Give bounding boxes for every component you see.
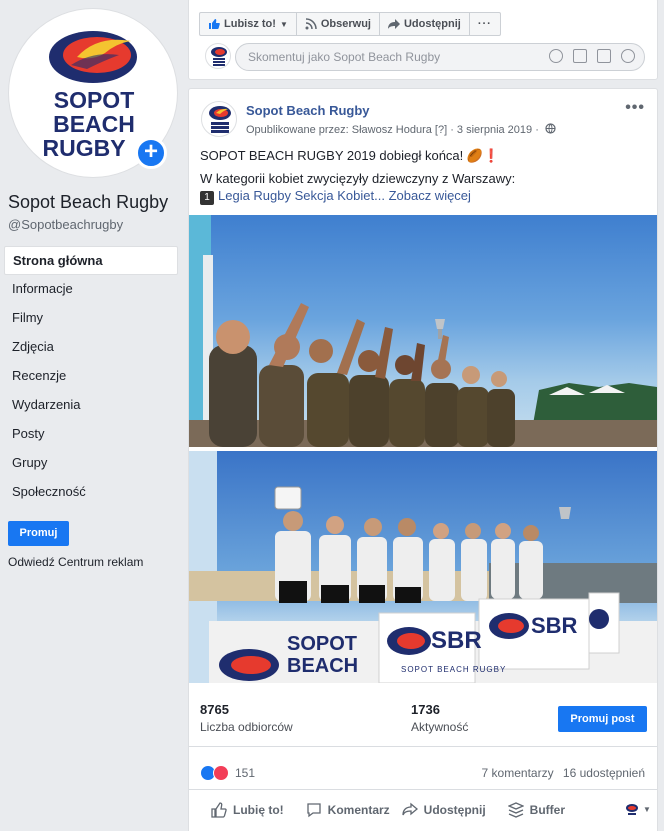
sbr-logo-icon [211,47,227,66]
banner-sbr-1: SBR [431,627,482,654]
reaction-count: 151 [235,766,256,780]
page-actions-card: Lubisz to! ▼ Obserwuj Udostępnij ··· Sko… [188,0,658,80]
nav-item-groups[interactable]: Grupy [4,449,178,478]
thumbs-up-icon [209,19,220,29]
promote-button[interactable]: Promuj [8,521,69,546]
engagement-value: 1736 [411,702,440,717]
sbr-logo-icon [49,31,137,83]
shares-count[interactable]: 16 udostępnień [563,766,645,780]
nav-item-community[interactable]: Społeczność [4,478,178,507]
reactions-summary[interactable]: 151 [200,765,255,781]
add-photo-plus-icon[interactable]: + [135,137,167,169]
emoji-icon[interactable] [549,49,563,63]
post-photo-2[interactable]: SOPOT BEACH SBR SOPOT BEACH RUGBY SBR [189,451,657,683]
nav-item-home[interactable]: Strona główna [4,246,178,275]
post-meta-text: Opublikowane przez: Sławosz Hodura [?] ·… [246,124,539,136]
gif-icon[interactable] [597,49,611,63]
comment-label: Komentarz [327,802,390,817]
celebration-photo [189,215,657,447]
promote-post-button[interactable]: Promuj post [558,706,647,732]
engagement-label: Aktywność [411,720,469,734]
page-title[interactable]: Sopot Beach Rugby [8,192,168,213]
chevron-down-icon: ▼ [279,19,288,29]
like-page-label: Lubisz to! [224,18,276,30]
banner-sbr-sub: SOPOT BEACH RUGBY [401,665,507,674]
comment-bubble-icon [307,802,321,817]
buffer-stack-icon [507,801,524,818]
post-text-line-3: 1 Legia Rugby Sekcja Kobiet... Zobacz wię… [200,188,471,205]
see-more-link[interactable]: Zobacz więcej [389,188,471,203]
like-post-button[interactable]: Lubię to! [211,801,284,818]
like-post-label: Lubię to! [233,802,284,817]
nav-item-about[interactable]: Informacje [4,275,178,304]
share-post-label: Udostępnij [423,802,486,817]
post-counts: 7 komentarzy 16 udostępnień [482,766,645,780]
logo-line-2: BEACH [53,111,135,137]
page-handle[interactable]: @Sopotbeachrugby [8,217,123,232]
more-options-button[interactable]: ··· [470,13,500,35]
post-actions: Lubię to! Komentarz Udostępnij Buffer ▼ [189,789,657,829]
buffer-label: Buffer [529,802,566,817]
thumbs-up-icon [211,801,227,818]
nav-item-photos[interactable]: Zdjęcia [4,333,178,362]
nav-item-posts[interactable]: Posty [4,420,178,449]
nav-item-videos[interactable]: Filmy [4,304,178,333]
post-author-link[interactable]: Sopot Beach Rugby [246,103,370,118]
podium-photo [189,451,657,683]
page-action-bar: Lubisz to! ▼ Obserwuj Udostępnij ··· [199,12,501,36]
like-page-button[interactable]: Lubisz to! ▼ [200,13,297,35]
nav-item-reviews[interactable]: Recenzje [4,362,178,391]
follow-button[interactable]: Obserwuj [297,13,380,35]
reach-label: Liczba odbiorców [200,720,293,734]
share-page-button[interactable]: Udostępnij [380,13,470,35]
post-text-line-2: W kategorii kobiet zwycięzyły dziewczyny… [200,171,516,186]
logo-line-1: SOPOT [53,87,135,113]
share-arrow-icon [387,19,400,29]
commenter-avatar [205,43,231,69]
comment-button[interactable]: Komentarz [306,802,390,818]
ads-center-link[interactable]: Odwiedź Centrum reklam [8,555,143,569]
post-as-selector[interactable]: ▼ [625,803,651,817]
page-nav: Strona główna Informacje Filmy Zdjęcia R… [4,246,178,507]
post-insights: 8765 Liczba odbiorców 1736 Aktywność Pro… [189,689,657,747]
sticker-icon[interactable] [621,49,635,63]
nav-item-events[interactable]: Wydarzenia [4,391,178,420]
post-card: Sopot Beach Rugby Opublikowane przez: Sł… [188,88,658,831]
sbr-logo-icon [209,106,231,133]
globe-icon[interactable] [545,123,556,134]
share-post-button[interactable]: Udostępnij [402,802,486,818]
comments-count[interactable]: 7 komentarzy [482,766,554,780]
banner-text-sopot: SOPOT [287,633,358,655]
rss-follow-icon [305,18,317,30]
post-options-button[interactable]: ••• [625,99,645,117]
page-sidebar: SOPOT BEACH RUGBY + Sopot Beach Rugby @S… [0,0,186,831]
post-meta: Opublikowane przez: Sławosz Hodura [?] ·… [246,123,556,136]
share-arrow-icon [402,802,418,815]
banner-sbr-2: SBR [531,613,578,638]
keycap-one-icon: 1 [200,191,214,205]
camera-icon[interactable] [573,49,587,63]
reach-value: 8765 [200,702,229,717]
post-photo-1[interactable] [189,215,657,447]
comment-row: Skomentuj jako Sopot Beach Rugby [199,43,649,73]
comment-tools [549,49,635,63]
share-page-label: Udostępnij [403,18,461,30]
team-link[interactable]: Legia Rugby Sekcja Kobiet... [218,188,385,203]
banner-text-beach: BEACH [287,655,359,677]
chevron-down-icon: ▼ [643,805,651,814]
buffer-button[interactable]: Buffer [507,801,566,818]
love-reaction-icon [213,765,229,781]
post-text-line-1: SOPOT BEACH RUGBY 2019 dobiegł końca! 🏉❗ [200,148,500,163]
sbr-logo-icon [626,803,639,815]
follow-label: Obserwuj [320,18,371,30]
post-author-avatar[interactable] [201,101,237,137]
